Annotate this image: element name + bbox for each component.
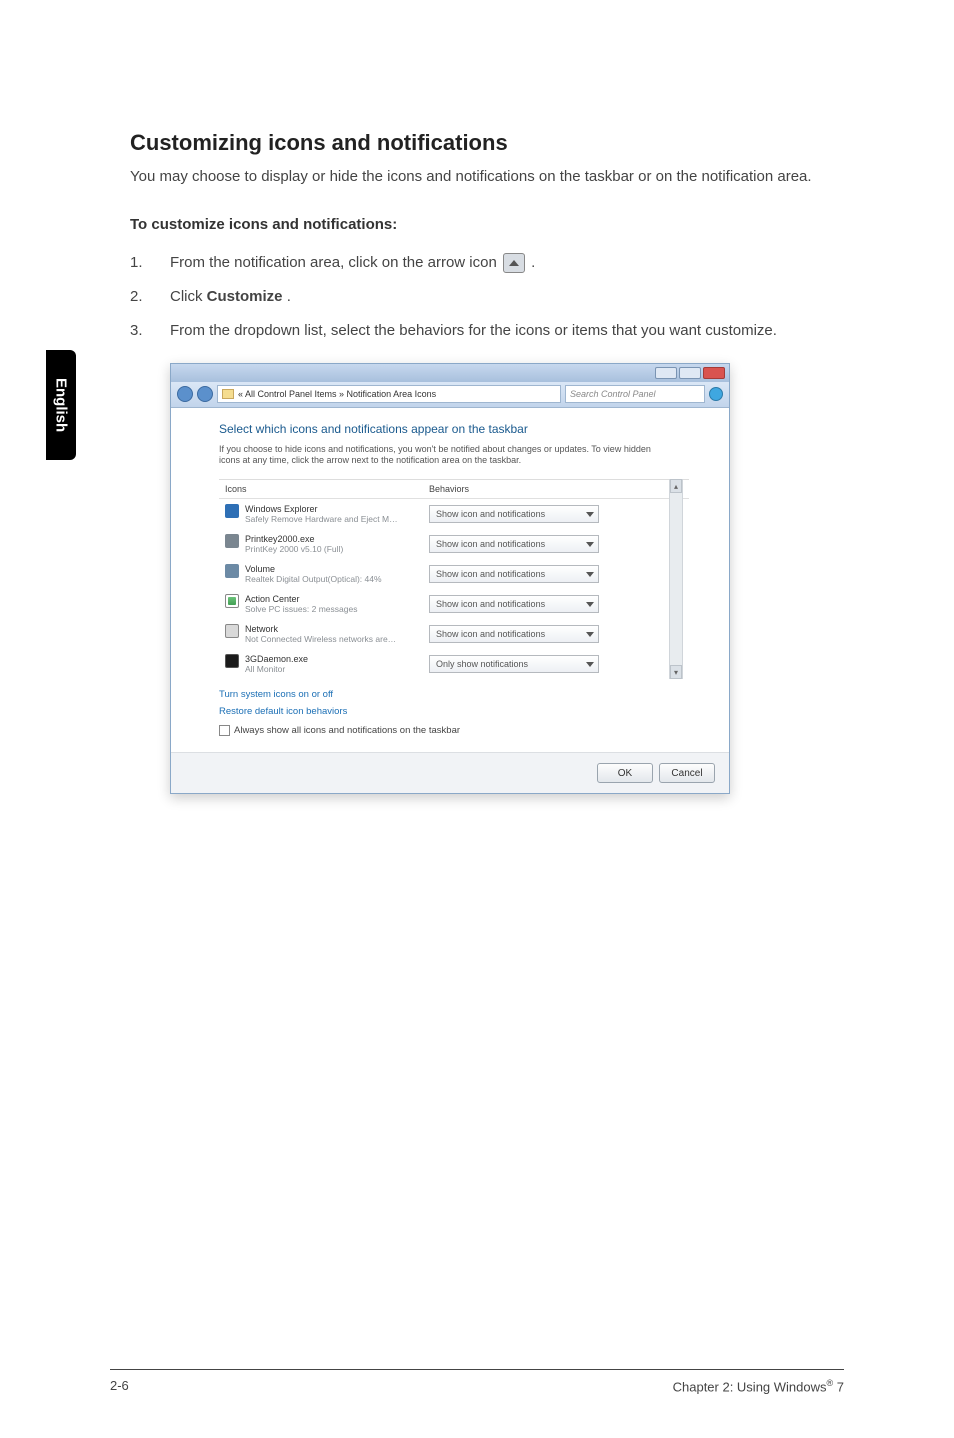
step-text: From the notification area, click on the… [170, 254, 501, 271]
action-center-icon [225, 594, 239, 608]
link-restore-defaults[interactable]: Restore default icon behaviors [219, 706, 705, 717]
dialog-button-row: OK Cancel [171, 752, 729, 793]
step-1: 1. From the notification area, click on … [130, 251, 844, 275]
row-title: 3GDaemon.exe [245, 654, 308, 664]
volume-icon [225, 564, 239, 578]
section-intro: You may choose to display or hide the ic… [130, 166, 844, 188]
chevron-down-icon [586, 542, 594, 547]
arrow-up-icon [503, 253, 525, 273]
step-bold: Customize [207, 288, 283, 305]
row-title: Volume [245, 564, 382, 574]
steps-list: 1. From the notification area, click on … [130, 251, 844, 343]
checkbox-label: Always show all icons and notifications … [234, 725, 460, 736]
table-row: Printkey2000.exe PrintKey 2000 v5.10 (Fu… [219, 529, 689, 559]
table-row: Volume Realtek Digital Output(Optical): … [219, 559, 689, 589]
step-number: 2. [130, 285, 170, 309]
row-subtitle: Solve PC issues: 2 messages [245, 604, 357, 614]
col-behaviors-header: Behaviors [429, 484, 639, 494]
dropdown-value: Only show notifications [436, 659, 528, 669]
behavior-dropdown[interactable]: Show icon and notifications [429, 565, 599, 583]
dropdown-value: Show icon and notifications [436, 539, 545, 549]
row-title: Action Center [245, 594, 357, 604]
row-subtitle: Safely Remove Hardware and Eject M… [245, 514, 398, 524]
section-title: Customizing icons and notifications [130, 130, 844, 156]
row-subtitle: All Monitor [245, 664, 308, 674]
printkey-icon [225, 534, 239, 548]
row-subtitle: Not Connected Wireless networks are… [245, 634, 396, 644]
row-title: Network [245, 624, 396, 634]
section-subhead: To customize icons and notifications: [130, 216, 844, 233]
page-number: 2-6 [110, 1378, 129, 1394]
dropdown-value: Show icon and notifications [436, 599, 545, 609]
page-footer: 2-6 Chapter 2: Using Windows® 7 [110, 1369, 844, 1394]
explorer-icon [225, 504, 239, 518]
vertical-scrollbar[interactable]: ▴ ▾ [669, 479, 683, 679]
window-heading: Select which icons and notifications app… [219, 422, 705, 436]
step-number: 3. [130, 319, 170, 343]
link-turn-system-icons[interactable]: Turn system icons on or off [219, 689, 705, 700]
dropdown-value: Show icon and notifications [436, 509, 545, 519]
breadcrumb[interactable]: « All Control Panel Items » Notification… [217, 385, 561, 403]
search-placeholder: Search Control Panel [570, 389, 656, 399]
behavior-dropdown[interactable]: Show icon and notifications [429, 505, 599, 523]
behavior-dropdown[interactable]: Show icon and notifications [429, 595, 599, 613]
nav-back-button[interactable] [177, 386, 193, 402]
notification-area-window: « All Control Panel Items » Notification… [170, 363, 730, 794]
behavior-dropdown[interactable]: Show icon and notifications [429, 625, 599, 643]
step-text: Click [170, 288, 207, 305]
help-icon[interactable] [709, 387, 723, 401]
chevron-down-icon [586, 572, 594, 577]
breadcrumb-text: « All Control Panel Items » Notification… [238, 389, 436, 399]
address-row: « All Control Panel Items » Notification… [171, 382, 729, 408]
checkbox-icon[interactable] [219, 725, 230, 736]
chevron-down-icon [586, 632, 594, 637]
language-tab: English [46, 350, 76, 460]
row-subtitle: Realtek Digital Output(Optical): 44% [245, 574, 382, 584]
chapter-label: Chapter 2: Using Windows® 7 [673, 1378, 844, 1394]
window-description: If you choose to hide icons and notifica… [219, 444, 659, 467]
always-show-row[interactable]: Always show all icons and notifications … [219, 725, 705, 736]
icons-table: Icons Behaviors Windows Explorer Safely … [219, 479, 689, 679]
step-text: From the dropdown list, select the behav… [170, 322, 777, 339]
table-row: 3GDaemon.exe All Monitor Only show notif… [219, 649, 689, 679]
row-subtitle: PrintKey 2000 v5.10 (Full) [245, 544, 343, 554]
network-icon [225, 624, 239, 638]
step-number: 1. [130, 251, 170, 275]
table-header: Icons Behaviors [219, 480, 689, 499]
scroll-up-icon[interactable]: ▴ [670, 479, 682, 493]
folder-icon [222, 389, 234, 399]
step-3: 3. From the dropdown list, select the be… [130, 319, 844, 343]
daemon-icon [225, 654, 239, 668]
chevron-down-icon [586, 602, 594, 607]
dropdown-value: Show icon and notifications [436, 569, 545, 579]
ok-button[interactable]: OK [597, 763, 653, 783]
search-input[interactable]: Search Control Panel [565, 385, 705, 403]
dropdown-value: Show icon and notifications [436, 629, 545, 639]
row-title: Windows Explorer [245, 504, 398, 514]
maximize-button[interactable] [679, 367, 701, 379]
nav-forward-button[interactable] [197, 386, 213, 402]
chevron-down-icon [586, 512, 594, 517]
col-icons-header: Icons [219, 484, 429, 494]
table-row: Action Center Solve PC issues: 2 message… [219, 589, 689, 619]
chevron-down-icon [586, 662, 594, 667]
minimize-button[interactable] [655, 367, 677, 379]
step-2: 2. Click Customize . [130, 285, 844, 309]
behavior-dropdown[interactable]: Show icon and notifications [429, 535, 599, 553]
step-text-after: . [287, 288, 291, 305]
table-row: Windows Explorer Safely Remove Hardware … [219, 499, 689, 529]
scroll-down-icon[interactable]: ▾ [670, 665, 682, 679]
close-button[interactable] [703, 367, 725, 379]
table-row: Network Not Connected Wireless networks … [219, 619, 689, 649]
cancel-button[interactable]: Cancel [659, 763, 715, 783]
window-titlebar [171, 364, 729, 382]
row-title: Printkey2000.exe [245, 534, 343, 544]
step-text-after: . [531, 254, 535, 271]
behavior-dropdown[interactable]: Only show notifications [429, 655, 599, 673]
